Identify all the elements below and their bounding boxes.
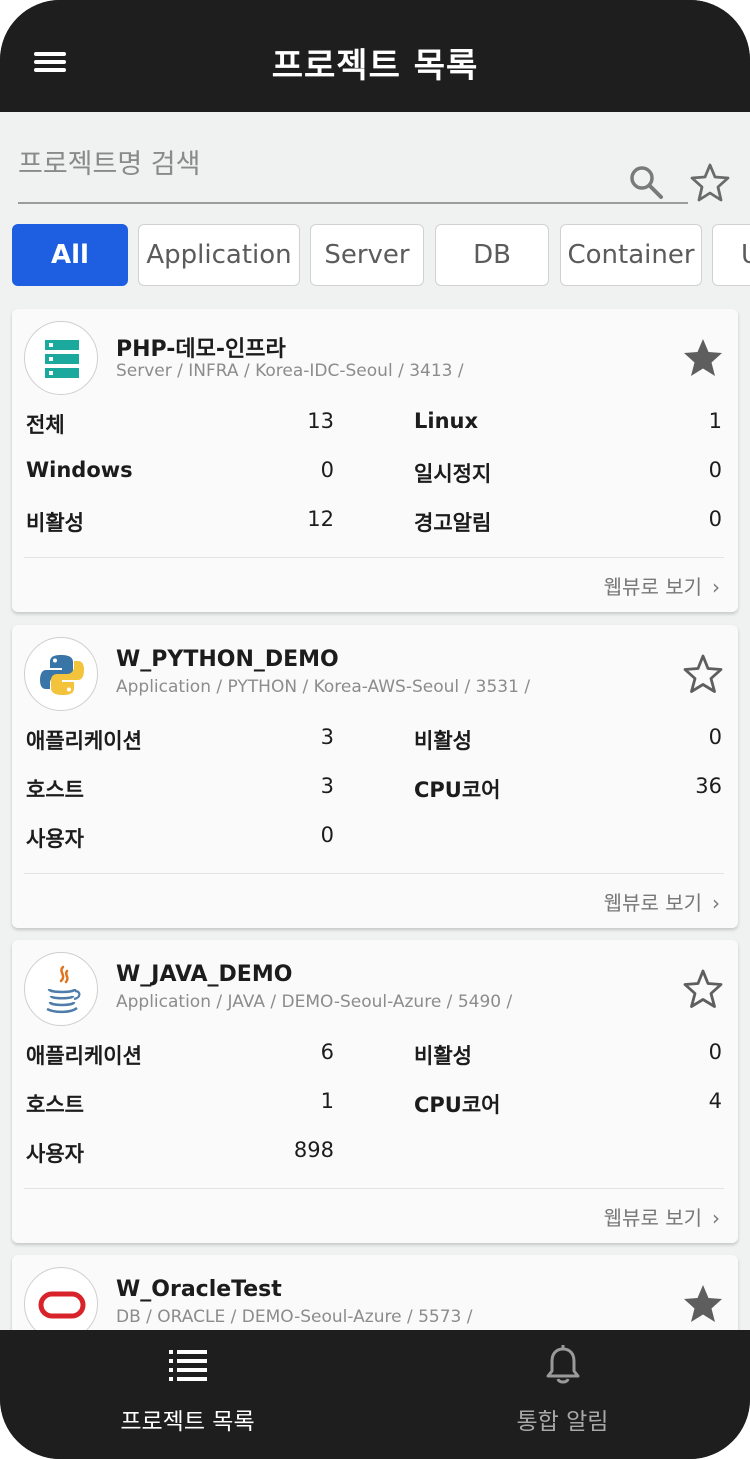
stat-label: 비활성 xyxy=(26,511,84,535)
stat-value: 13 xyxy=(307,409,334,433)
phone-frame: 프로젝트 목록 All Application Server DB Contai… xyxy=(0,0,750,1459)
stat-value: 0 xyxy=(708,458,722,482)
stat-label: 전체 xyxy=(26,413,65,437)
filter-chip-application[interactable]: Application xyxy=(138,224,300,286)
stat-value: 0 xyxy=(708,507,722,531)
stat-label: 사용자 xyxy=(26,1142,84,1166)
stat-label: CPU코어 xyxy=(414,1093,501,1117)
project-subtitle: Server / INFRA / Korea-IDC-Seoul / 3413 … xyxy=(116,361,464,381)
stat-label: Windows xyxy=(26,458,133,482)
stat-value: 898 xyxy=(293,1138,334,1162)
web-view-link-label: 웹뷰로 보기 xyxy=(603,1206,702,1230)
card-divider xyxy=(24,1188,724,1189)
project-subtitle: Application / PYTHON / Korea-AWS-Seoul /… xyxy=(116,677,531,697)
stat-value: 1 xyxy=(320,1089,334,1113)
filter-chip-server[interactable]: Server xyxy=(310,224,424,286)
stat-value: 0 xyxy=(708,1040,722,1064)
chevron-right-icon: › xyxy=(712,575,720,599)
category-filter-row: All Application Server DB Container U xyxy=(12,224,750,288)
bell-icon xyxy=(546,1345,580,1384)
search-icon[interactable] xyxy=(628,164,664,200)
oracle-icon xyxy=(24,1267,98,1330)
stat-value: 36 xyxy=(695,774,722,798)
project-title: W_OracleTest xyxy=(116,1277,282,1302)
web-view-link-label: 웹뷰로 보기 xyxy=(603,891,702,915)
favorite-star-outline-icon[interactable] xyxy=(682,968,724,1010)
app-header: 프로젝트 목록 xyxy=(0,0,750,112)
page-title: 프로젝트 목록 xyxy=(271,46,479,86)
card-divider xyxy=(24,557,724,558)
chevron-right-icon: › xyxy=(712,891,720,915)
stat-label: 비활성 xyxy=(414,729,472,753)
filter-chip-all[interactable]: All xyxy=(12,224,128,286)
tab-label: 프로젝트 목록 xyxy=(120,1409,255,1435)
stat-value: 4 xyxy=(708,1089,722,1113)
filter-chip-db[interactable]: DB xyxy=(435,224,549,286)
search-input[interactable] xyxy=(18,132,688,204)
python-icon xyxy=(24,637,98,711)
stat-value: 3 xyxy=(320,774,334,798)
server-icon xyxy=(24,321,98,395)
project-card[interactable]: W_PYTHON_DEMO Application / PYTHON / Kor… xyxy=(12,625,738,928)
stat-label: Linux xyxy=(414,409,479,433)
project-card[interactable]: W_JAVA_DEMO Application / JAVA / DEMO-Se… xyxy=(12,940,738,1243)
search-bar xyxy=(18,132,730,206)
tab-label: 통합 알림 xyxy=(516,1409,609,1435)
web-view-link[interactable]: 웹뷰로 보기 › xyxy=(604,1202,720,1231)
web-view-link-label: 웹뷰로 보기 xyxy=(603,575,702,599)
project-card[interactable]: PHP-데모-인프라 Server / INFRA / Korea-IDC-Se… xyxy=(12,309,738,612)
stat-value: 0 xyxy=(708,725,722,749)
favorite-star-filled-icon[interactable] xyxy=(682,1283,724,1325)
favorite-star-outline-icon[interactable] xyxy=(682,653,724,695)
filter-chip-more[interactable]: U xyxy=(712,224,750,286)
project-card[interactable]: W_OracleTest DB / ORACLE / DEMO-Seoul-Az… xyxy=(12,1255,738,1330)
stat-value: 12 xyxy=(307,507,334,531)
web-view-link[interactable]: 웹뷰로 보기 › xyxy=(604,887,720,916)
java-icon xyxy=(24,952,98,1026)
tab-integrated-alerts[interactable]: 통합 알림 xyxy=(375,1330,750,1459)
project-title: W_PYTHON_DEMO xyxy=(116,647,339,672)
favorite-star-filled-icon[interactable] xyxy=(682,337,724,379)
stat-label: 호스트 xyxy=(26,1093,84,1117)
project-title: PHP-데모-인프라 xyxy=(116,337,286,362)
stat-label: CPU코어 xyxy=(414,778,501,802)
stat-value: 3 xyxy=(320,725,334,749)
stat-label: 애플리케이션 xyxy=(26,1044,142,1068)
favorite-filter-star-icon[interactable] xyxy=(690,162,730,202)
stat-label: 비활성 xyxy=(414,1044,472,1068)
project-list-content: All Application Server DB Container U PH… xyxy=(0,112,750,1330)
filter-chip-container[interactable]: Container xyxy=(560,224,702,286)
stat-value: 6 xyxy=(320,1040,334,1064)
list-icon xyxy=(169,1350,207,1381)
bottom-tab-bar: 프로젝트 목록 통합 알림 xyxy=(0,1330,750,1459)
card-divider xyxy=(24,873,724,874)
stat-value: 0 xyxy=(320,823,334,847)
stat-label: 경고알림 xyxy=(414,511,492,535)
chevron-right-icon: › xyxy=(712,1206,720,1230)
tab-project-list[interactable]: 프로젝트 목록 xyxy=(0,1330,375,1459)
project-title: W_JAVA_DEMO xyxy=(116,962,293,987)
project-subtitle: DB / ORACLE / DEMO-Seoul-Azure / 5573 / xyxy=(116,1307,473,1327)
stat-value: 1 xyxy=(708,409,722,433)
stat-label: 호스트 xyxy=(26,778,84,802)
project-subtitle: Application / JAVA / DEMO-Seoul-Azure / … xyxy=(116,992,513,1012)
stat-value: 0 xyxy=(320,458,334,482)
web-view-link[interactable]: 웹뷰로 보기 › xyxy=(604,571,720,600)
stat-label: 애플리케이션 xyxy=(26,729,142,753)
stat-label: 사용자 xyxy=(26,827,84,851)
stat-label: 일시정지 xyxy=(414,462,492,486)
